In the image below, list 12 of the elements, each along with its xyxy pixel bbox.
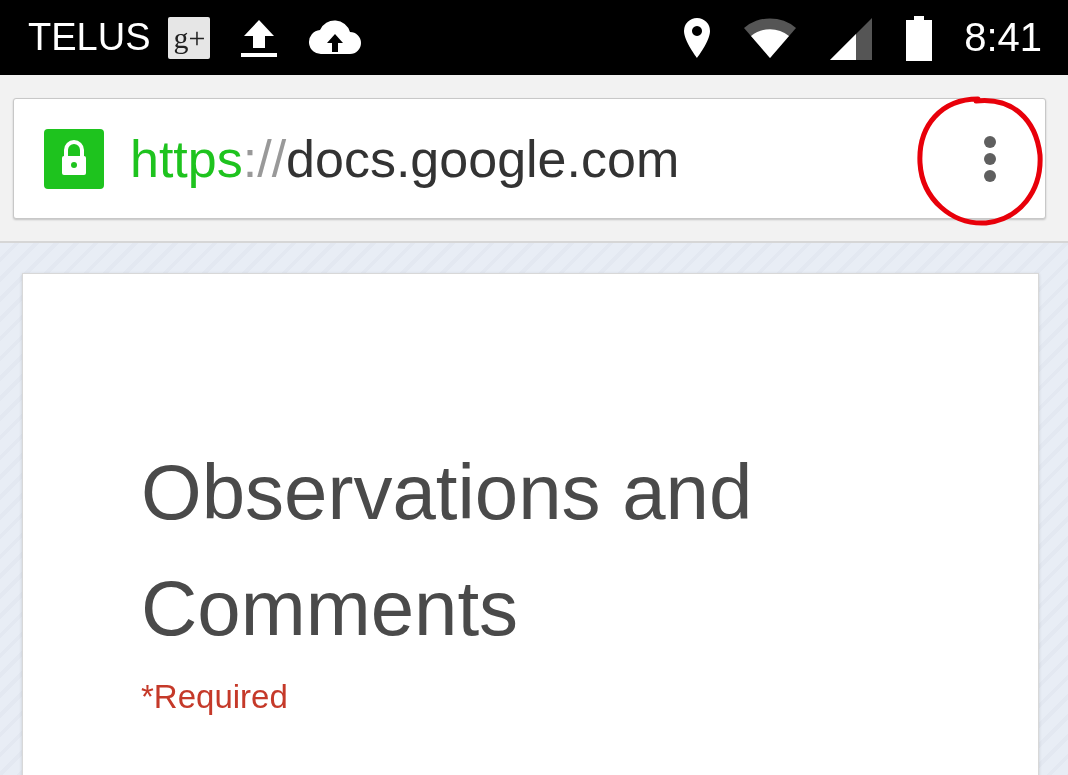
- url-text: https://docs.google.com: [130, 128, 680, 189]
- form-title: Observations and Comments: [141, 447, 754, 654]
- wifi-icon: [742, 17, 799, 58]
- carrier-name: TELUS: [28, 16, 151, 59]
- clock-time: 8:41: [964, 15, 1042, 60]
- battery-icon: [904, 14, 935, 61]
- google-plus-icon: g+: [168, 16, 211, 59]
- cloud-upload-icon: [308, 19, 363, 56]
- required-note: *Required: [141, 678, 289, 716]
- vertical-dots-icon: [983, 134, 997, 183]
- location-pin-icon: [682, 15, 713, 60]
- address-bar[interactable]: https://docs.google.com: [13, 98, 1046, 219]
